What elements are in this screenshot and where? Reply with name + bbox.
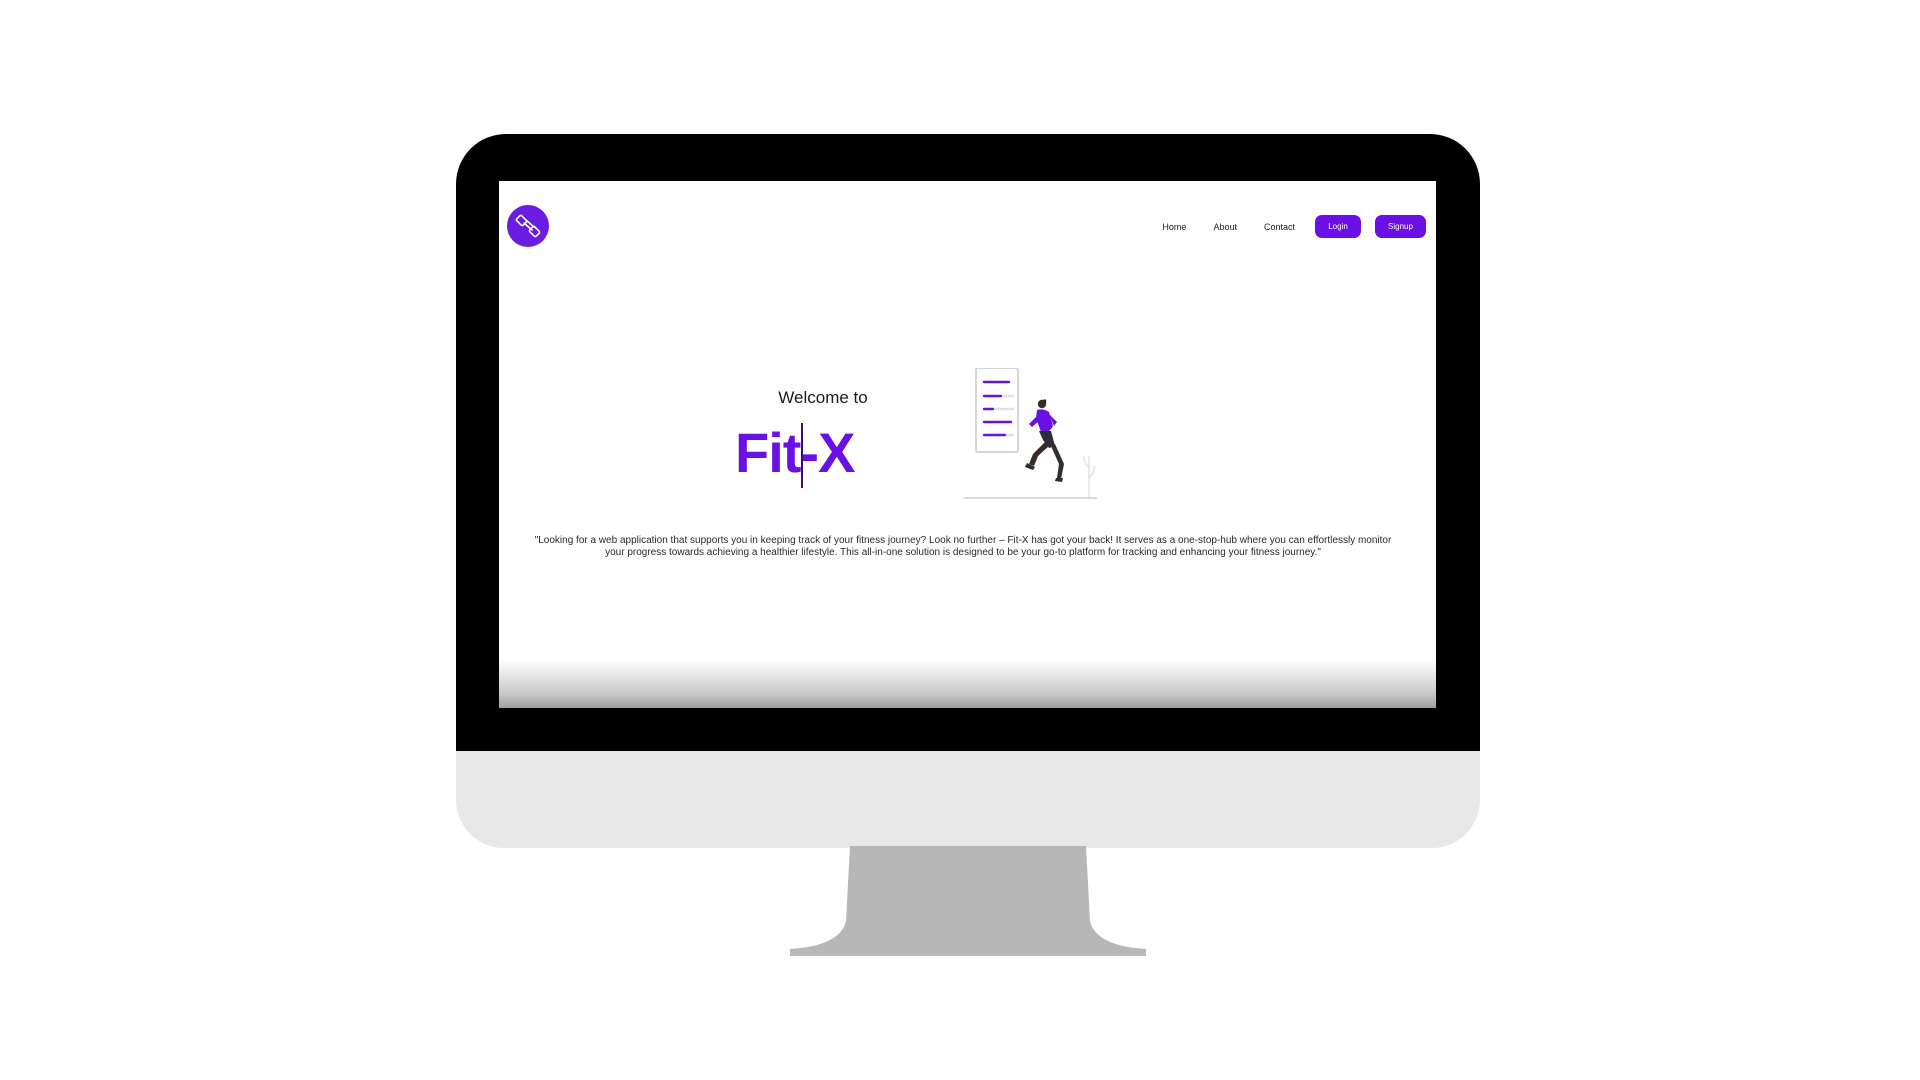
text-cursor	[801, 423, 803, 488]
screen-fade	[499, 660, 1436, 708]
welcome-heading: Welcome to	[778, 388, 868, 407]
dumbbell-icon[interactable]	[507, 205, 549, 247]
login-button[interactable]: Login	[1315, 215, 1361, 238]
nav-contact-link[interactable]: Contact	[1264, 222, 1295, 232]
monitor-stand	[790, 846, 1146, 956]
browser-screen: Home About Contact Login Signup Welcome …	[499, 181, 1436, 708]
runner-checklist-illustration	[963, 368, 1103, 503]
top-nav: Home About Contact Login Signup	[1162, 215, 1426, 238]
brand-title: Fit-X	[735, 421, 855, 484]
nav-about-link[interactable]: About	[1213, 222, 1237, 232]
signup-button[interactable]: Signup	[1375, 215, 1426, 238]
monitor-chin	[456, 751, 1480, 848]
tagline-text: "Looking for a web application that supp…	[534, 535, 1392, 558]
nav-home-link[interactable]: Home	[1162, 222, 1186, 232]
